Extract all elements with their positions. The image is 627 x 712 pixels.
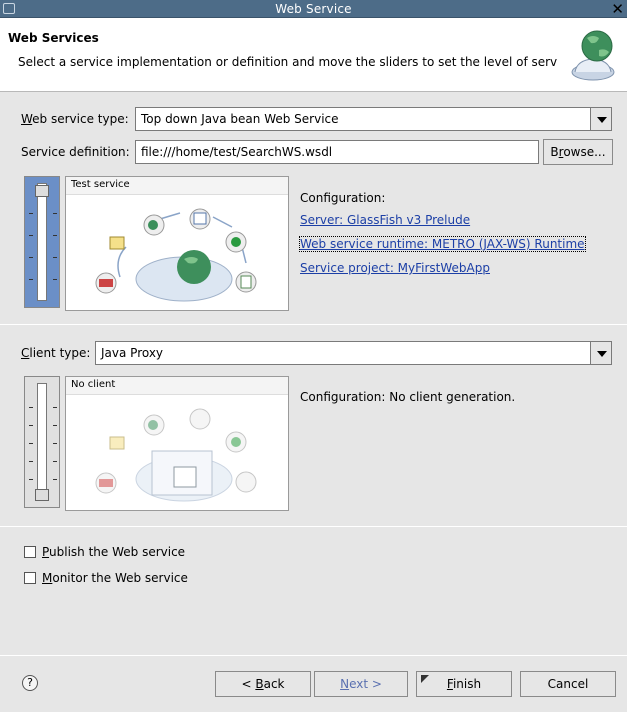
web-services-globe-icon: [571, 30, 615, 81]
close-icon[interactable]: ✕: [611, 0, 624, 18]
service-project-link[interactable]: Service project: MyFirstWebApp: [300, 261, 490, 275]
client-preview-panel: No client: [65, 376, 289, 511]
web-service-type-label: Web service type:: [21, 112, 129, 126]
service-preview-panel: Test service: [65, 176, 289, 311]
next-button[interactable]: Next >: [314, 671, 408, 697]
client-configuration-text: Configuration: No client generation.: [300, 390, 516, 404]
service-slider-track: [37, 183, 47, 301]
cancel-button[interactable]: Cancel: [520, 671, 616, 697]
service-definition-label: Service definition:: [21, 145, 130, 159]
client-slider-track: [37, 383, 47, 501]
service-level-slider[interactable]: [24, 176, 60, 308]
monitor-label[interactable]: Monitor the Web service: [42, 571, 188, 585]
service-lifecycle-diagram: [95, 208, 257, 302]
client-lifecycle-diagram: [95, 408, 257, 502]
monitor-checkbox[interactable]: [24, 572, 36, 584]
page-description: Select a service implementation or defin…: [18, 55, 558, 69]
section-separator: [0, 526, 627, 527]
client-type-combo[interactable]: Java Proxy: [95, 341, 591, 365]
client-level-slider[interactable]: [24, 376, 60, 508]
server-link[interactable]: Server: GlassFish v3 Prelude: [300, 213, 470, 227]
service-definition-input[interactable]: file:///home/test/SearchWS.wsdl: [135, 140, 539, 164]
publish-checkbox[interactable]: [24, 546, 36, 558]
help-icon[interactable]: ?: [22, 675, 38, 691]
finish-button[interactable]: Finish: [416, 671, 512, 697]
browse-button[interactable]: Browse...: [543, 139, 613, 165]
service-slider-thumb[interactable]: [35, 185, 49, 197]
footer-separator: [0, 655, 627, 656]
page-title: Web Services: [8, 31, 99, 45]
service-preview-title: Test service: [66, 177, 288, 195]
window-title: Web Service: [275, 2, 352, 16]
web-service-type-dropdown-button[interactable]: [590, 107, 612, 131]
client-preview-title: No client: [66, 377, 288, 395]
client-slider-thumb[interactable]: [35, 489, 49, 501]
window-titlebar: Web Service ✕: [0, 0, 627, 18]
wizard-header: Web Services Select a service implementa…: [0, 18, 627, 92]
client-type-dropdown-button[interactable]: [590, 341, 612, 365]
service-configuration-heading: Configuration:: [300, 191, 386, 205]
web-service-type-combo[interactable]: Top down Java bean Web Service: [135, 107, 591, 131]
section-separator: [0, 324, 627, 325]
publish-label[interactable]: Publish the Web service: [42, 545, 185, 559]
back-button[interactable]: < Back: [215, 671, 311, 697]
web-service-runtime-link[interactable]: Web service runtime: METRO (JAX-WS) Runt…: [299, 236, 586, 252]
client-type-label: Client type:: [21, 346, 91, 360]
default-button-corner-icon: [421, 675, 429, 683]
